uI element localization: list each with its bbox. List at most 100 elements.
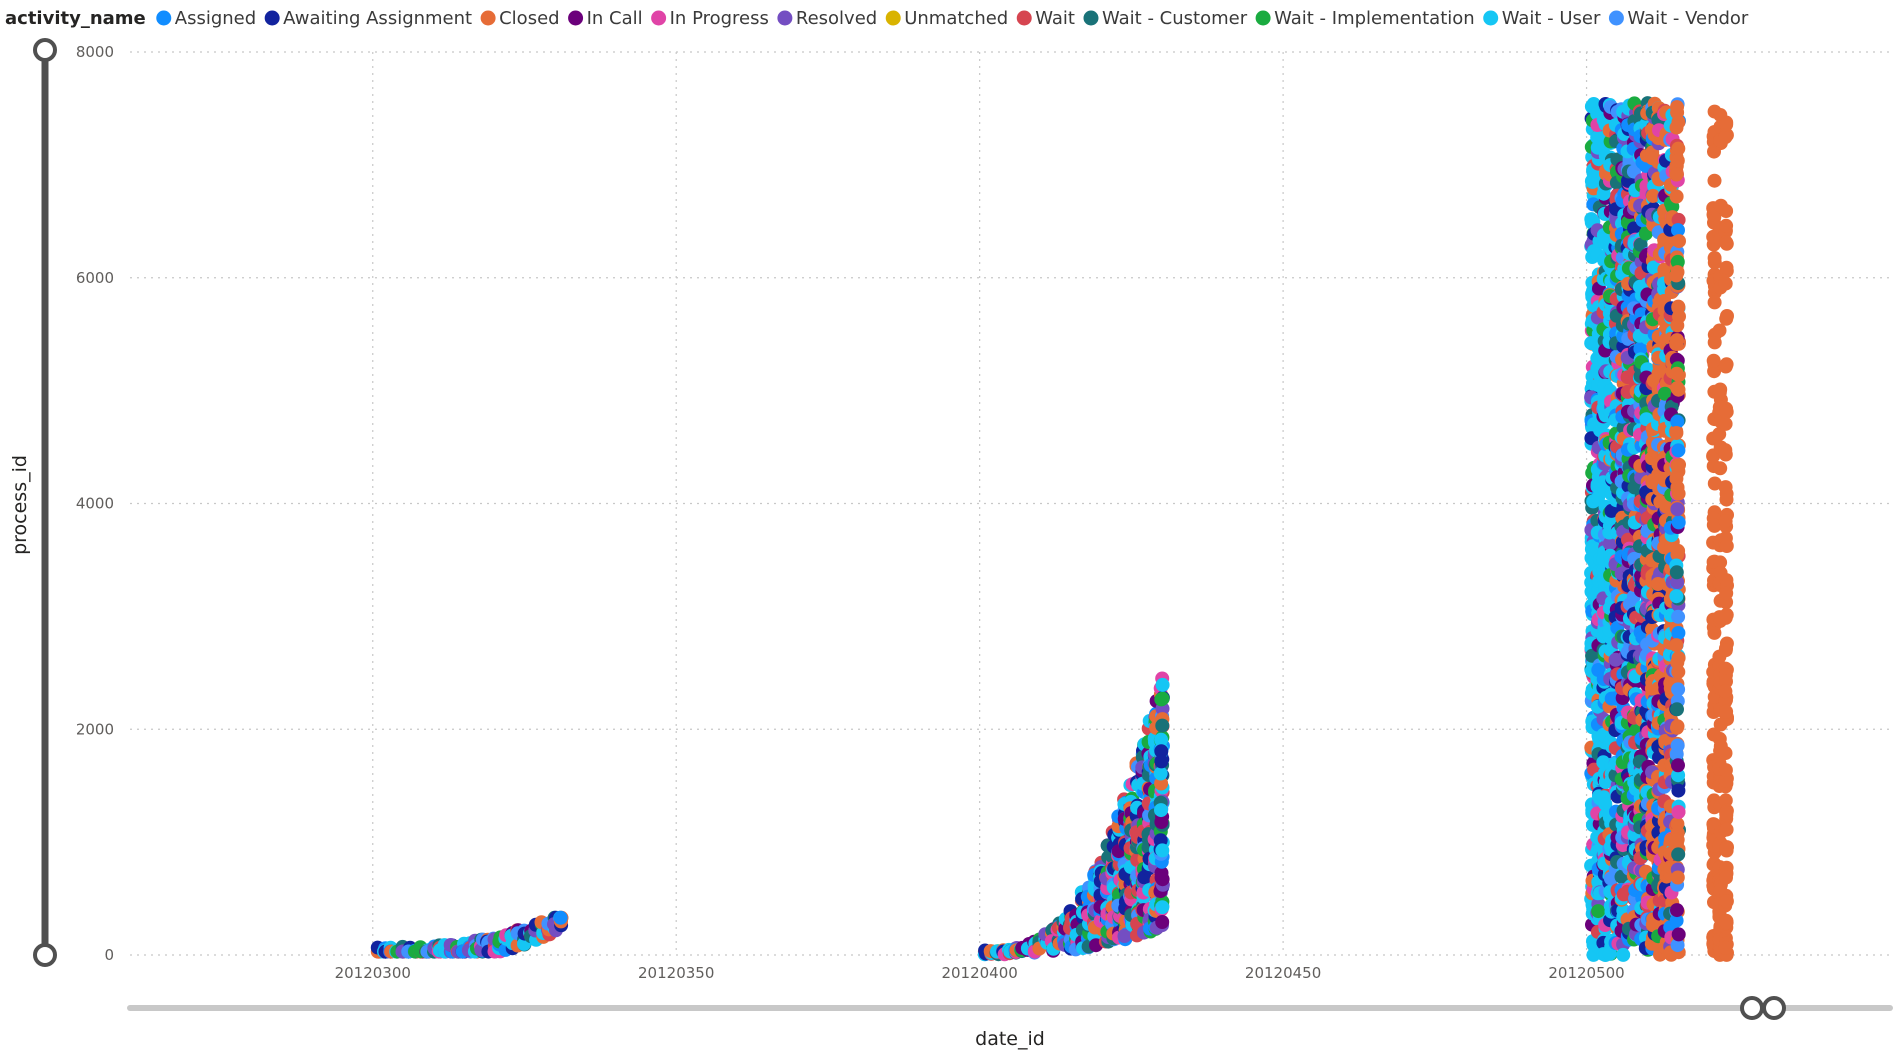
data-point <box>1154 692 1169 707</box>
data-point <box>1616 947 1631 962</box>
legend-item[interactable]: Wait - User <box>1483 8 1601 29</box>
x-tick-label: 20120350 <box>638 964 714 982</box>
data-point <box>1707 173 1722 188</box>
data-point <box>1155 843 1170 858</box>
legend-marker <box>568 10 584 26</box>
y-tick-label: 6000 <box>76 269 114 287</box>
data-point <box>1670 738 1685 753</box>
data-point <box>1670 702 1684 717</box>
data-point <box>1670 153 1685 168</box>
x-range-slider-handle-end[interactable] <box>1762 996 1786 1020</box>
x-axis-ticks: 20120300 20120350 20120400 20120450 20120500 <box>335 964 1625 982</box>
data-point <box>1671 664 1686 679</box>
legend-item[interactable]: Wait - Customer <box>1083 8 1248 29</box>
data-point <box>1719 357 1734 372</box>
data-point <box>1155 900 1170 915</box>
legend-marker <box>1016 10 1032 26</box>
data-point <box>1718 763 1733 778</box>
legend-label: Wait <box>1035 8 1075 29</box>
data-point <box>1672 309 1686 324</box>
data-point <box>1718 276 1733 291</box>
legend-marker <box>885 10 901 26</box>
data-point <box>1671 805 1686 819</box>
x-range-slider-handle-start[interactable] <box>1740 996 1764 1020</box>
data-point <box>1671 115 1686 130</box>
data-point <box>1719 404 1734 419</box>
data-point <box>1712 731 1727 746</box>
data-point <box>1671 486 1686 501</box>
data-point <box>1670 903 1684 918</box>
legend-label: Wait - Implementation <box>1274 8 1475 29</box>
legend-item[interactable]: Wait <box>1016 8 1075 29</box>
legend-item[interactable]: Assigned <box>156 8 256 29</box>
legend-marker <box>1608 10 1624 26</box>
data-point <box>1719 117 1734 132</box>
data-point <box>1718 940 1733 955</box>
data-point <box>1153 766 1168 781</box>
x-axis-title: date_id <box>975 1028 1045 1050</box>
data-point <box>1669 268 1684 283</box>
data-point <box>1669 565 1684 580</box>
legend-item[interactable]: Wait - Implementation <box>1255 8 1475 29</box>
legend-item[interactable]: Resolved <box>777 8 877 29</box>
data-point <box>1719 235 1734 250</box>
data-point <box>1671 758 1685 773</box>
data-point <box>1719 539 1734 553</box>
y-tick-label: 0 <box>104 946 114 964</box>
y-tick-label: 8000 <box>76 43 114 61</box>
data-point <box>1719 607 1734 622</box>
y-tick-label: 2000 <box>76 720 114 738</box>
y-range-slider-handle-top[interactable] <box>33 38 57 62</box>
y-axis-title: process_id <box>9 455 31 555</box>
data-point <box>1671 847 1686 862</box>
data-point <box>1713 461 1728 476</box>
data-point <box>1669 638 1684 653</box>
data-point <box>1670 832 1685 847</box>
legend-item[interactable]: Awaiting Assignment <box>264 8 472 29</box>
data-point <box>1718 130 1733 145</box>
x-tick-label: 20120300 <box>335 964 411 982</box>
data-point <box>1670 720 1684 735</box>
legend-item[interactable]: Wait - Vendor <box>1608 8 1749 29</box>
data-point <box>1718 447 1733 462</box>
legend-item[interactable]: In Progress <box>651 8 769 29</box>
data-point <box>1718 514 1733 529</box>
legend-label: Resolved <box>796 8 877 29</box>
legend-item[interactable]: In Call <box>568 8 643 29</box>
legend-marker <box>1255 10 1271 26</box>
legend-marker <box>156 10 172 26</box>
data-point <box>1591 904 1606 919</box>
data-point <box>1671 783 1686 798</box>
data-point <box>1671 543 1686 558</box>
legend-label: Assigned <box>175 8 256 29</box>
legend-label: In Progress <box>670 8 769 29</box>
data-point <box>1719 260 1734 275</box>
legend-marker <box>1483 10 1499 26</box>
legend-item[interactable]: Closed <box>480 8 560 29</box>
legend-marker <box>651 10 667 26</box>
legend-label: Awaiting Assignment <box>283 8 472 29</box>
y-range-slider[interactable] <box>33 38 57 967</box>
data-point <box>1671 515 1686 530</box>
data-point <box>1154 803 1168 818</box>
data-point <box>1671 682 1686 697</box>
data-point <box>1719 586 1734 601</box>
y-axis-ticks: 0 2000 4000 6000 8000 <box>76 43 114 964</box>
x-tick-label: 20120500 <box>1548 964 1624 982</box>
data-point <box>1712 385 1727 400</box>
data-point <box>1719 805 1734 820</box>
data-point <box>1672 234 1686 249</box>
legend-title: activity_name <box>5 8 146 29</box>
data-point <box>1719 704 1734 719</box>
data-point <box>1671 651 1686 665</box>
data-point <box>1719 915 1734 930</box>
x-range-slider[interactable] <box>127 996 1893 1020</box>
data-point <box>1671 626 1686 640</box>
legend-item[interactable]: Unmatched <box>885 8 1009 29</box>
legend-marker <box>777 10 793 26</box>
legend-marker <box>264 10 280 26</box>
data-point <box>1719 218 1734 233</box>
data-point <box>1670 333 1684 348</box>
data-point <box>1155 718 1170 733</box>
y-range-slider-handle-bottom[interactable] <box>33 943 57 967</box>
